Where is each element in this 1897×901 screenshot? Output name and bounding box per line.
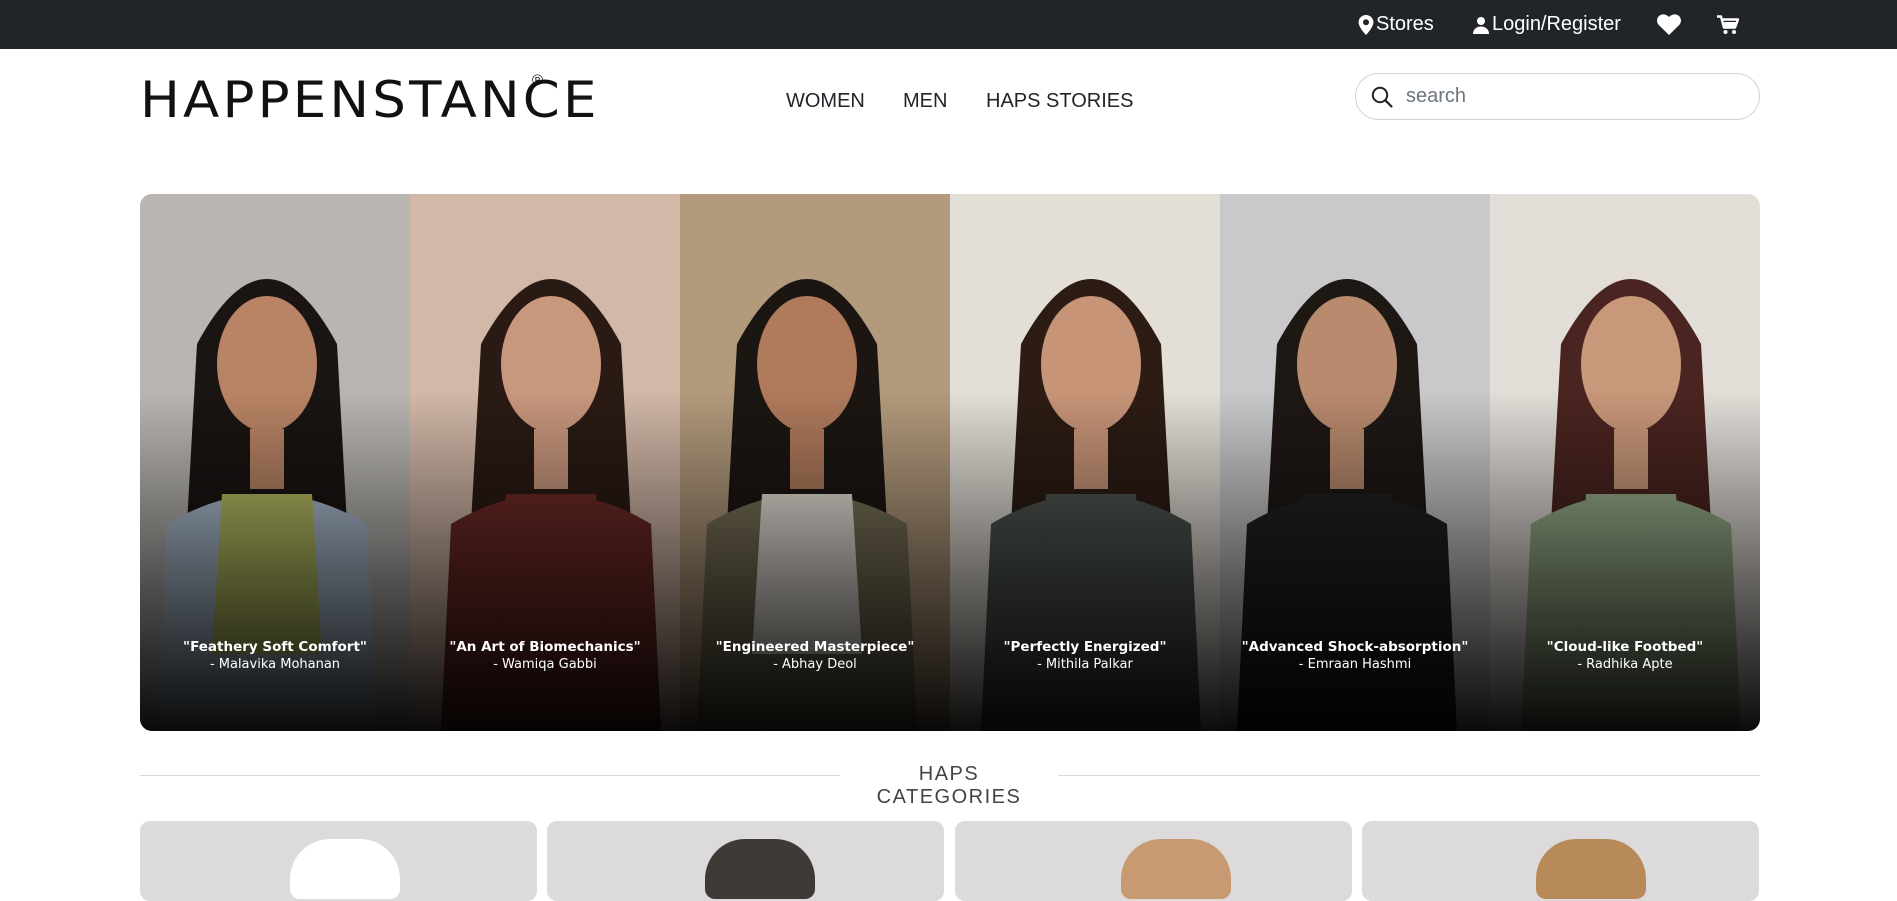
testimonial-author: - Emraan Hashmi: [1298, 657, 1412, 672]
testimonial-quote: "An Art of Biomechanics": [449, 639, 641, 655]
caption-gradient: [680, 391, 950, 731]
search-bar: [1355, 73, 1760, 120]
testimonial-caption: "Engineered Masterpiece" - Abhay Deol: [680, 638, 950, 674]
login-register-label: Login/Register: [1492, 13, 1621, 35]
caption-gradient: [410, 391, 680, 731]
testimonial-author: - Malavika Mohanan: [209, 657, 341, 672]
testimonial-panel[interactable]: "Perfectly Energized" - Mithila Palkar: [950, 194, 1220, 731]
category-card-2[interactable]: [547, 821, 944, 901]
caption-gradient: [1490, 391, 1760, 731]
category-card-3[interactable]: [955, 821, 1352, 901]
category-product-image: [1121, 839, 1231, 899]
search-input[interactable]: [1404, 82, 1744, 111]
testimonial-quote: "Cloud-like Footbed": [1546, 639, 1704, 655]
brand-logo[interactable]: HAPPENSTANCE: [140, 70, 600, 130]
stores-label: Stores: [1376, 13, 1434, 35]
testimonial-panel[interactable]: "An Art of Biomechanics" - Wamiqa Gabbi: [410, 194, 680, 731]
caption-gradient: [950, 391, 1220, 731]
testimonial-caption: "Feathery Soft Comfort" - Malavika Mohana…: [140, 638, 410, 674]
testimonial-panel[interactable]: "Advanced Shock-absorption" - Emraan Hash…: [1220, 194, 1490, 731]
testimonial-quote: "Feathery Soft Comfort": [183, 639, 367, 655]
testimonial-panel[interactable]: "Engineered Masterpiece" - Abhay Deol: [680, 194, 950, 731]
search-icon[interactable]: [1370, 85, 1394, 114]
categories-divider-left: [140, 775, 840, 776]
testimonial-panel[interactable]: "Feathery Soft Comfort" - Malavika Mohana…: [140, 194, 410, 731]
caption-gradient: [1220, 391, 1490, 731]
testimonial-panel[interactable]: "Cloud-like Footbed" - Radhika Apte: [1490, 194, 1760, 731]
category-card-1[interactable]: [140, 821, 537, 901]
category-product-image: [290, 839, 400, 899]
registered-mark: ®: [532, 72, 544, 89]
testimonial-quote: "Advanced Shock-absorption": [1241, 639, 1469, 655]
category-product-image: [1536, 839, 1646, 899]
nav-women[interactable]: WOMEN: [786, 90, 865, 118]
testimonial-caption: "An Art of Biomechanics" - Wamiqa Gabbi: [410, 638, 680, 674]
testimonial-carousel: "Feathery Soft Comfort" - Malavika Mohana…: [140, 194, 1760, 731]
testimonial-caption: "Cloud-like Footbed" - Radhika Apte: [1490, 638, 1760, 674]
top-utility-bar: Stores Login/Register: [0, 0, 1897, 49]
stores-link[interactable]: Stores: [1358, 0, 1434, 49]
testimonial-quote: "Engineered Masterpiece": [715, 639, 915, 655]
testimonial-author: - Wamiqa Gabbi: [493, 657, 597, 672]
cart-button[interactable]: [1717, 0, 1739, 49]
nav-haps-stories[interactable]: HAPS STORIES: [986, 90, 1133, 118]
login-register-link[interactable]: Login/Register: [1472, 0, 1621, 49]
categories-heading: HAPS CATEGORIES: [876, 763, 1022, 808]
testimonial-author: - Mithila Palkar: [1037, 657, 1133, 672]
categories-divider-right: [1058, 775, 1760, 776]
nav-men[interactable]: MEN: [903, 90, 947, 118]
testimonial-caption: "Perfectly Energized" - Mithila Palkar: [950, 638, 1220, 674]
category-product-image: [705, 839, 815, 899]
testimonial-author: - Abhay Deol: [773, 657, 857, 672]
testimonial-quote: "Perfectly Energized": [1003, 639, 1167, 655]
caption-gradient: [140, 391, 410, 731]
location-pin-icon: [1358, 14, 1374, 35]
category-card-4[interactable]: [1362, 821, 1759, 901]
cart-icon: [1717, 14, 1739, 35]
testimonial-author: - Radhika Apte: [1577, 657, 1673, 672]
user-icon: [1472, 16, 1490, 34]
testimonial-caption: "Advanced Shock-absorption" - Emraan Hash…: [1220, 638, 1490, 674]
wishlist-button[interactable]: [1657, 0, 1681, 49]
heart-icon: [1657, 14, 1681, 35]
